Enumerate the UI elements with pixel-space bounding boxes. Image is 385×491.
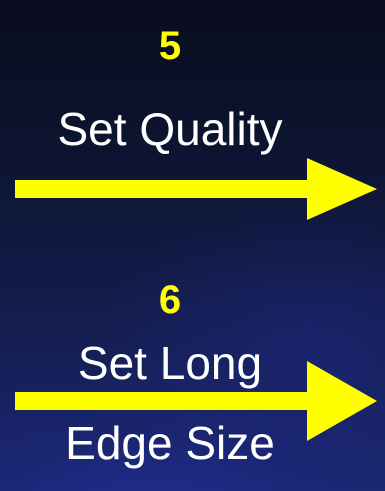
step-number: 6	[158, 278, 182, 322]
step-label: Set Quality	[57, 103, 283, 155]
step-number: 5	[158, 24, 182, 68]
step-label-line-1: Set Long	[77, 337, 263, 389]
arrow-right-icon	[15, 158, 377, 220]
step-label-line-2: Edge Size	[65, 417, 275, 469]
